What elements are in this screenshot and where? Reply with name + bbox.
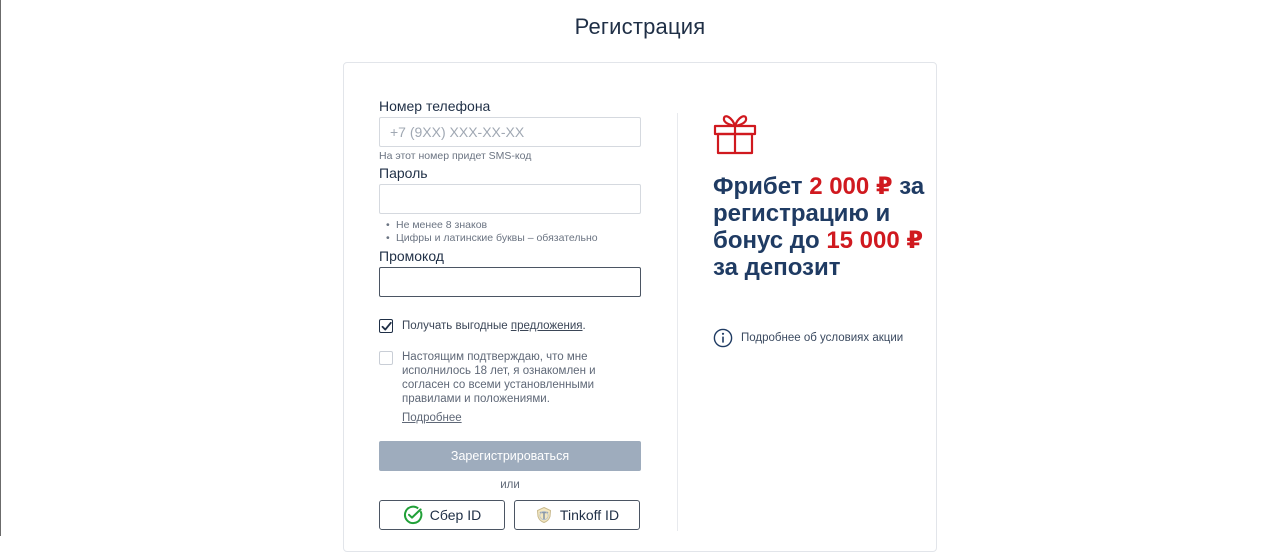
- password-rule: • Не менее 8 знаков: [386, 219, 488, 231]
- promo-code-input[interactable]: [379, 267, 641, 297]
- phone-hint: На этот номер придет SMS-код: [379, 150, 532, 162]
- info-icon: [713, 328, 733, 348]
- password-input[interactable]: [379, 184, 641, 214]
- phone-label: Номер телефона: [379, 98, 491, 114]
- offers-checkbox-label: Получать выгодные предложения.: [402, 320, 586, 332]
- phone-input[interactable]: [379, 117, 641, 147]
- offers-checkbox[interactable]: [379, 319, 393, 333]
- tinkoff-logo-icon: [536, 506, 551, 524]
- window-edge: [0, 0, 1, 536]
- offers-link[interactable]: предложения: [511, 320, 583, 332]
- column-divider: [677, 113, 678, 531]
- promo-code-label: Промокод: [379, 248, 444, 264]
- or-separator: или: [500, 479, 520, 491]
- consent-text: Настоящим подтверждаю, что мне исполнило…: [402, 351, 596, 405]
- sber-logo-icon: [403, 505, 423, 525]
- registration-card: Номер телефона На этот номер придет SMS-…: [343, 62, 937, 552]
- register-button[interactable]: Зарегистрироваться: [379, 441, 641, 471]
- promo-details-link[interactable]: Подробнее об условиях акции: [713, 328, 903, 348]
- gift-icon: [713, 115, 757, 155]
- consent-more-link[interactable]: Подробнее: [402, 411, 462, 425]
- password-rule: • Цифры и латинские буквы – обязательно: [386, 232, 598, 244]
- password-label: Пароль: [379, 165, 428, 181]
- checkmark-icon: [381, 321, 392, 331]
- sber-id-label: Сбер ID: [429, 507, 482, 523]
- password-rules: • Не менее 8 знаков • Цифры и латинские бу…: [379, 219, 598, 245]
- page-title: Регистрация: [574, 14, 706, 39]
- tinkoff-id-button[interactable]: Tinkoff ID: [514, 500, 640, 530]
- sber-id-button[interactable]: Сбер ID: [379, 500, 505, 530]
- consent-checkbox[interactable]: [379, 351, 393, 365]
- tinkoff-id-label: Tinkoff ID: [559, 507, 620, 523]
- promo-headline: Фрибет 2 000 ₽ за регистрацию и бонус до…: [713, 173, 925, 281]
- promo-details-label: Подробнее об условиях акции: [741, 332, 904, 344]
